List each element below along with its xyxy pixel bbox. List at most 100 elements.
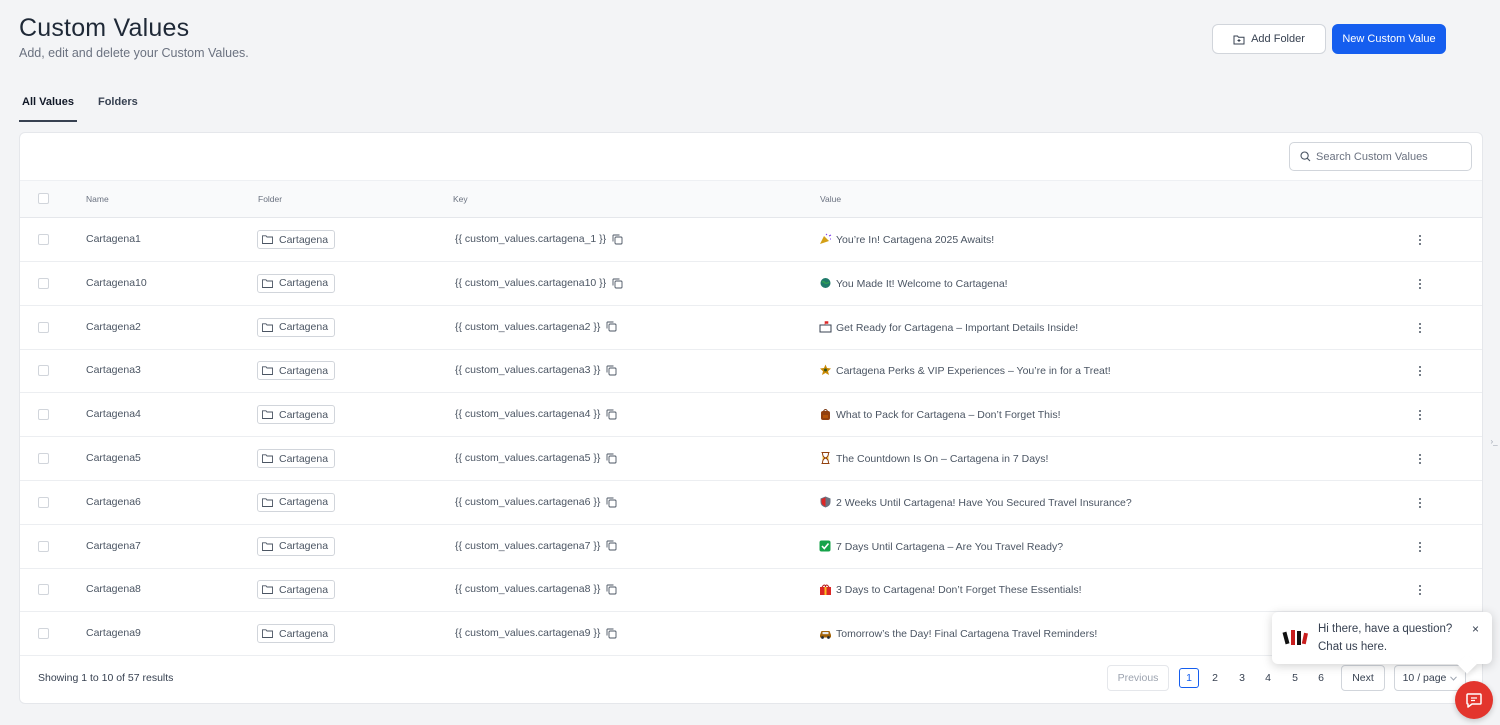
folder-chip[interactable]: Cartagena xyxy=(257,536,335,556)
folder-chip[interactable]: Cartagena xyxy=(257,317,335,337)
folder-chip-label: Cartagena xyxy=(279,452,329,465)
row-actions-menu-icon[interactable] xyxy=(1415,277,1425,291)
shield-icon xyxy=(820,496,831,508)
row-actions-menu-icon[interactable] xyxy=(1415,452,1425,466)
column-header-value[interactable]: Value xyxy=(820,194,841,204)
copy-icon[interactable] xyxy=(606,321,617,332)
folder-chip-label: Cartagena xyxy=(279,583,329,596)
next-page-button[interactable]: Next xyxy=(1341,665,1385,691)
folder-chip[interactable]: Cartagena xyxy=(257,492,335,512)
previous-page-button[interactable]: Previous xyxy=(1107,665,1169,691)
side-panel-toggle[interactable]: ›_ xyxy=(1488,432,1500,450)
row-actions-menu-icon[interactable] xyxy=(1415,540,1425,554)
custom-value-key-cell: {{ custom_values.cartagena9 }} xyxy=(455,627,617,639)
sparkle-icon xyxy=(820,364,831,376)
custom-value-key-cell: {{ custom_values.cartagena5 }} xyxy=(455,452,617,464)
table-row[interactable]: Cartagena8 Cartagena {{ custom_values.cart… xyxy=(20,568,1482,613)
column-header-name[interactable]: Name xyxy=(86,194,109,204)
copy-icon[interactable] xyxy=(612,234,623,245)
folder-chip[interactable]: Cartagena xyxy=(257,580,335,600)
table-row[interactable]: Cartagena7 Cartagena {{ custom_values.cart… xyxy=(20,525,1482,569)
row-actions-menu-icon[interactable] xyxy=(1415,496,1425,510)
folder-chip[interactable]: Cartagena xyxy=(257,361,335,381)
row-checkbox[interactable] xyxy=(38,277,49,289)
row-actions-menu-icon[interactable] xyxy=(1415,583,1425,597)
page-size-select[interactable]: 10 / page xyxy=(1394,665,1466,691)
row-checkbox[interactable] xyxy=(38,628,49,640)
copy-icon[interactable] xyxy=(606,584,617,595)
folder-icon xyxy=(262,454,273,463)
page-6-button[interactable]: 6 xyxy=(1311,665,1331,691)
copy-icon[interactable] xyxy=(612,278,623,289)
row-checkbox[interactable] xyxy=(38,496,49,508)
column-header-folder[interactable]: Folder xyxy=(258,194,282,204)
row-checkbox[interactable] xyxy=(38,540,49,552)
custom-value-key: {{ custom_values.cartagena9 }} xyxy=(455,627,601,640)
party-popper-icon xyxy=(820,233,832,244)
folder-chip[interactable]: Cartagena xyxy=(257,230,335,249)
custom-value-key-cell: {{ custom_values.cartagena6 }} xyxy=(455,496,617,508)
custom-value-value: 2 Weeks Until Cartagena! Have You Secure… xyxy=(836,496,1132,509)
table-row[interactable]: Cartagena3 Cartagena {{ custom_values.cart… xyxy=(20,349,1482,394)
row-checkbox[interactable] xyxy=(38,453,49,464)
table-row[interactable]: Cartagena4 Cartagena {{ custom_values.cart… xyxy=(20,393,1482,438)
row-checkbox[interactable] xyxy=(38,234,49,245)
row-checkbox[interactable] xyxy=(38,409,49,421)
select-all-checkbox[interactable] xyxy=(38,193,49,204)
chat-greeting: Hi there, have a question? xyxy=(1318,623,1453,635)
copy-icon[interactable] xyxy=(606,628,617,639)
folder-chip[interactable]: Cartagena xyxy=(257,273,335,293)
custom-value-value: Cartagena Perks & VIP Experiences – You’… xyxy=(836,365,1111,378)
table-row[interactable]: Cartagena5 Cartagena {{ custom_values.cart… xyxy=(20,437,1482,481)
add-folder-button[interactable]: Add Folder xyxy=(1212,24,1326,54)
tab-all-values[interactable]: All Values xyxy=(19,96,77,122)
table-row[interactable]: Cartagena10 Cartagena {{ custom_values.car… xyxy=(20,262,1482,306)
chat-close-icon[interactable]: × xyxy=(1472,622,1479,636)
folder-chip-label: Cartagena xyxy=(279,364,329,377)
row-checkbox[interactable] xyxy=(38,365,49,377)
custom-value-value-cell: You Made It! Welcome to Cartagena! xyxy=(819,277,1008,290)
row-actions-menu-icon[interactable] xyxy=(1415,233,1425,247)
table-row[interactable]: Cartagena1 Cartagena {{ custom_values.cart… xyxy=(20,218,1482,262)
custom-value-key: {{ custom_values.cartagena5 }} xyxy=(455,452,601,464)
table-row[interactable]: Cartagena2 Cartagena {{ custom_values.cart… xyxy=(20,306,1482,350)
custom-value-value: The Countdown Is On – Cartagena in 7 Day… xyxy=(836,453,1049,465)
search-box[interactable] xyxy=(1289,142,1472,171)
copy-icon[interactable] xyxy=(606,497,617,508)
page-4-button[interactable]: 4 xyxy=(1258,665,1278,691)
custom-value-key: {{ custom_values.cartagena4 }} xyxy=(455,408,601,421)
row-checkbox[interactable] xyxy=(38,584,49,596)
row-actions-menu-icon[interactable] xyxy=(1415,321,1425,335)
custom-value-name: Cartagena4 xyxy=(86,408,141,421)
custom-value-key: {{ custom_values.cartagena_1 }} xyxy=(455,233,607,245)
column-header-key[interactable]: Key xyxy=(453,194,468,204)
chat-launcher-button[interactable] xyxy=(1455,681,1493,719)
copy-icon[interactable] xyxy=(606,365,617,376)
table-row[interactable]: Cartagena6 Cartagena {{ custom_values.cart… xyxy=(20,481,1482,525)
copy-icon[interactable] xyxy=(606,453,617,464)
folder-plus-icon xyxy=(1233,35,1245,44)
chat-cta[interactable]: Chat us here. xyxy=(1318,641,1387,653)
folder-chip[interactable]: Cartagena xyxy=(257,405,335,425)
backpack-icon xyxy=(821,409,830,421)
car-icon xyxy=(820,631,831,640)
folder-icon xyxy=(262,366,273,376)
row-actions-menu-icon[interactable] xyxy=(1415,408,1425,422)
copy-icon[interactable] xyxy=(606,540,617,551)
folder-chip[interactable]: Cartagena xyxy=(257,624,335,644)
custom-value-key: {{ custom_values.cartagena8 }} xyxy=(455,583,601,596)
page-5-button[interactable]: 5 xyxy=(1285,665,1305,691)
folder-chip[interactable]: Cartagena xyxy=(257,449,335,468)
page-3-button[interactable]: 3 xyxy=(1232,665,1252,691)
row-actions-menu-icon[interactable] xyxy=(1415,364,1425,378)
page-2-button[interactable]: 2 xyxy=(1205,665,1225,691)
tab-folders[interactable]: Folders xyxy=(95,96,141,122)
row-checkbox[interactable] xyxy=(38,321,49,333)
search-input[interactable] xyxy=(1316,150,1466,163)
table-row[interactable]: Cartagena9 Cartagena {{ custom_values.cart… xyxy=(20,612,1482,657)
new-custom-value-button[interactable]: New Custom Value xyxy=(1332,24,1446,54)
folder-icon xyxy=(262,498,273,507)
folder-icon xyxy=(262,279,273,288)
copy-icon[interactable] xyxy=(606,409,617,420)
page-1-button[interactable]: 1 xyxy=(1179,668,1199,688)
